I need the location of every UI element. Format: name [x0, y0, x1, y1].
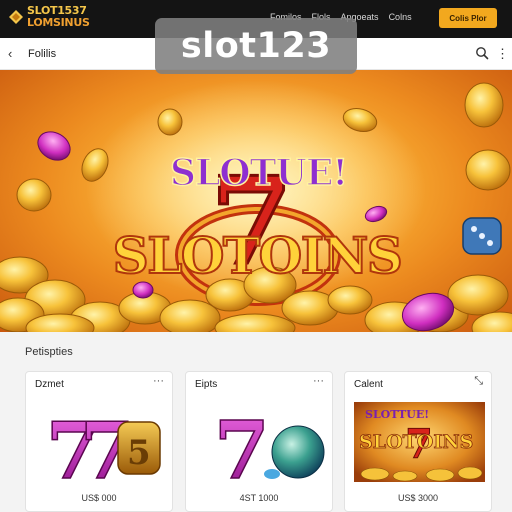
- card-price: US$ 3000: [397, 493, 439, 503]
- brand-logo[interactable]: SLOT1537 LOMSINUS: [8, 5, 90, 29]
- brand-line-2: LOMSINUS: [27, 16, 90, 29]
- card-artwork-sevens: 7 7 5: [45, 405, 161, 490]
- more-vertical-icon[interactable]: ⋮: [496, 46, 509, 62]
- card-title: Calent: [354, 379, 383, 390]
- nav-cta-button[interactable]: Colis Plor: [439, 8, 497, 28]
- expand-icon[interactable]: ⤡: [474, 375, 483, 388]
- search-icon[interactable]: [475, 46, 489, 60]
- card-price: 4ST 1000: [239, 493, 279, 503]
- page-title: Folilis: [28, 48, 57, 60]
- diamond-logo-icon: [9, 10, 23, 24]
- section-heading: Petispties: [25, 346, 73, 358]
- card-art-title-top: SLOTTUE!: [365, 408, 429, 421]
- card-art-title-main: SLOTOINS: [359, 431, 473, 453]
- hero-title-top: SLOTUE!: [169, 151, 349, 195]
- svg-text:7: 7: [214, 403, 270, 490]
- game-card-2[interactable]: Eipts ··· 7 4ST 1000: [185, 371, 333, 512]
- more-horizontal-icon[interactable]: ···: [153, 375, 164, 387]
- card-price: US$ 000: [81, 493, 117, 503]
- back-arrow-icon[interactable]: ‹: [8, 46, 12, 61]
- hero-banner[interactable]: SLOTUE! 7 SLOTOINS: [0, 70, 512, 332]
- game-card-1[interactable]: Dzmet ··· 7 7 5 US$ 000: [25, 371, 173, 512]
- watermark-overlay: slot123: [155, 18, 357, 74]
- card-artwork-seven-globe: 7: [213, 402, 325, 490]
- brand-wordmark: SLOT1537 LOMSINUS: [27, 5, 90, 29]
- nav-link-4[interactable]: Colns: [389, 12, 412, 22]
- card-title: Dzmet: [35, 379, 64, 390]
- card-title: Eipts: [195, 379, 218, 390]
- game-card-3[interactable]: Calent ⤡ SLOTTUE! 7 SLOTOINS US$ 3000: [344, 371, 492, 512]
- svg-text:5: 5: [127, 433, 151, 473]
- card-artwork-slot-banner: SLOTTUE! 7 SLOTOINS: [354, 402, 485, 482]
- hero-title-main: SLOTOINS: [112, 225, 404, 286]
- more-horizontal-icon[interactable]: ···: [313, 375, 324, 387]
